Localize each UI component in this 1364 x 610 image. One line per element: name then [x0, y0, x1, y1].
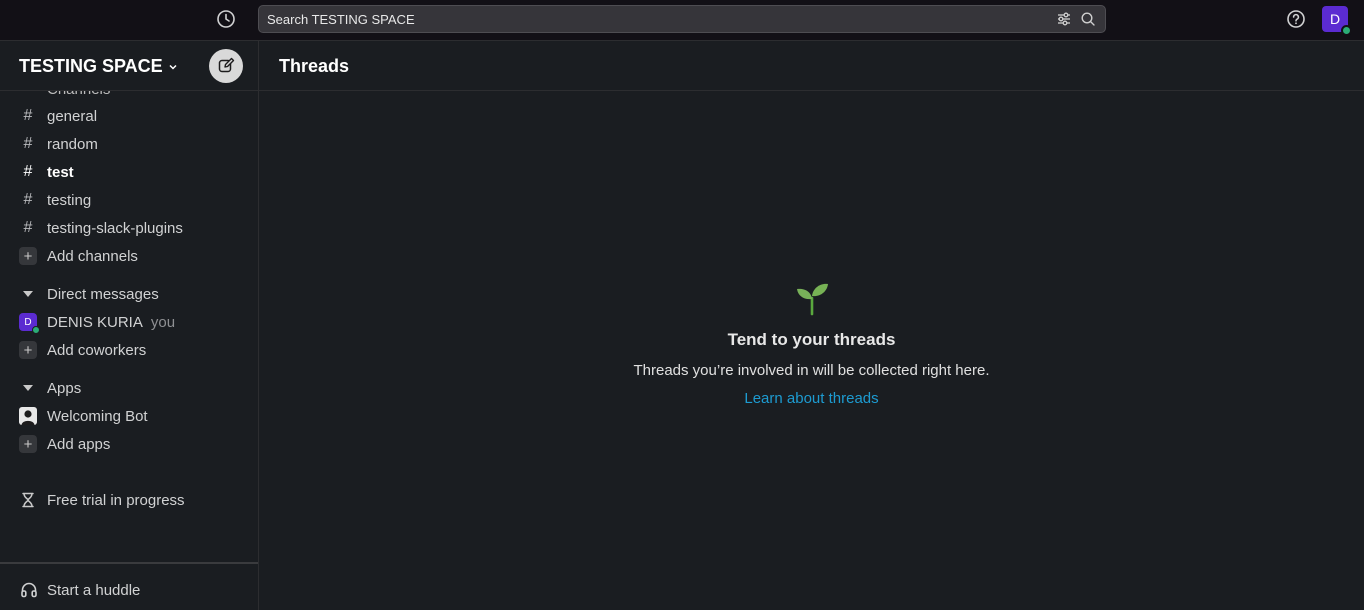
channel-item-testing-slack-plugins[interactable]: # testing-slack-plugins: [0, 214, 258, 242]
clock-icon: [217, 10, 235, 28]
channel-label: test: [47, 163, 74, 181]
caret-down-icon: [23, 291, 33, 297]
dm-item-self[interactable]: D DENIS KURIA you: [0, 308, 258, 336]
channel-item-testing[interactable]: # testing: [0, 186, 258, 214]
add-channels-label: Add channels: [47, 247, 138, 265]
free-trial-item[interactable]: Free trial in progress: [0, 486, 258, 514]
hash-icon: #: [23, 107, 33, 124]
empty-state-heading: Tend to your threads: [727, 330, 896, 349]
compose-button[interactable]: [209, 49, 243, 83]
channel-label: general: [47, 107, 98, 125]
main-header: Threads: [259, 41, 1364, 91]
huddle-label: Start a huddle: [47, 581, 141, 599]
workspace-menu-button[interactable]: TESTING SPACE: [19, 56, 178, 77]
presence-indicator: [32, 326, 40, 334]
add-channels-button[interactable]: + Add channels: [0, 242, 258, 270]
app-item-welcoming-bot[interactable]: Welcoming Bot: [0, 402, 258, 430]
hash-icon: #: [23, 191, 33, 208]
direct-messages-section-toggle[interactable]: Direct messages: [0, 280, 258, 308]
hash-icon: #: [23, 163, 33, 180]
user-avatar[interactable]: D: [1322, 6, 1352, 36]
add-coworkers-button[interactable]: + Add coworkers: [0, 336, 258, 364]
dm-user-name: DENIS KURIA: [47, 313, 143, 331]
sliders-icon[interactable]: [1055, 10, 1073, 28]
avatar-initial: D: [1329, 11, 1341, 27]
add-apps-button[interactable]: + Add apps: [0, 430, 258, 458]
compose-icon: [218, 57, 235, 73]
page-title: Threads: [279, 56, 350, 76]
empty-state: Tend to your threads Threads you’re invo…: [259, 280, 1364, 407]
search-bar[interactable]: Search TESTING SPACE: [258, 5, 1106, 33]
chevron-down-icon: [168, 62, 178, 72]
workspace-header: TESTING SPACE: [0, 41, 258, 91]
history-button[interactable]: [214, 7, 238, 31]
avatar: D: [19, 313, 40, 334]
sidebar: TESTING SPACE Channels # general # rando…: [0, 41, 259, 610]
hourglass-icon: [19, 491, 37, 509]
channel-item-random[interactable]: # random: [0, 130, 258, 158]
workspace-name: TESTING SPACE: [19, 56, 163, 76]
apps-heading: Apps: [47, 379, 82, 397]
sprout-icon: [796, 283, 828, 316]
avatar-initial: D: [24, 316, 32, 328]
plus-icon: +: [19, 247, 37, 265]
hash-icon: #: [23, 219, 33, 236]
channel-item-test[interactable]: # test: [0, 158, 258, 186]
start-huddle-button[interactable]: Start a huddle: [0, 576, 258, 604]
channel-label: testing: [47, 191, 92, 209]
channel-item-general[interactable]: # general: [0, 102, 258, 130]
app-label: Welcoming Bot: [47, 407, 148, 425]
channel-label: random: [47, 135, 98, 153]
empty-state-description: Threads you’re involved in will be colle…: [633, 362, 990, 379]
hash-icon: #: [23, 135, 33, 152]
top-bar: Search TESTING SPACE D: [0, 0, 1364, 41]
add-coworkers-label: Add coworkers: [47, 341, 147, 359]
you-tag: you: [150, 313, 176, 331]
plus-icon: +: [19, 341, 37, 359]
magnifier-icon: [1079, 10, 1097, 28]
apps-section-toggle[interactable]: Apps: [0, 374, 258, 402]
plus-icon: +: [19, 435, 37, 453]
divider: [0, 562, 258, 564]
caret-down-icon: [23, 385, 33, 391]
dm-heading: Direct messages: [47, 285, 159, 303]
bot-avatar-icon: [19, 407, 37, 425]
channel-label: testing-slack-plugins: [47, 219, 183, 237]
search-placeholder: Search TESTING SPACE: [267, 11, 415, 27]
add-apps-label: Add apps: [47, 435, 111, 453]
free-trial-label: Free trial in progress: [47, 491, 185, 509]
question-circle-icon: [1287, 10, 1305, 28]
presence-indicator: [1341, 25, 1352, 36]
learn-about-threads-link[interactable]: Learn about threads: [744, 390, 878, 407]
help-button[interactable]: [1284, 7, 1308, 31]
headphones-icon: [20, 581, 38, 599]
